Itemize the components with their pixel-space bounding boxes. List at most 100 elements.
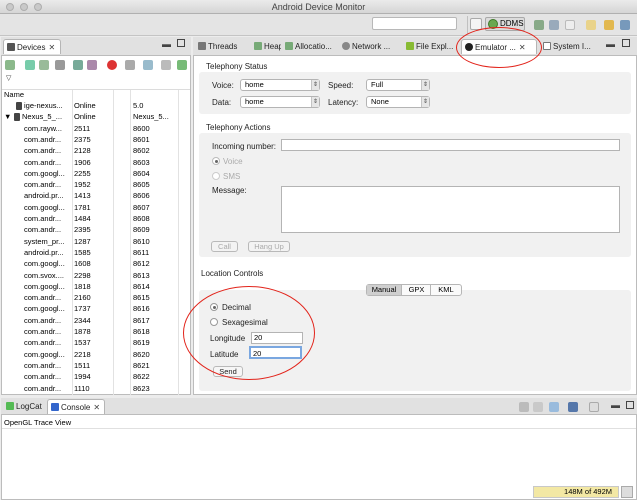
process-row[interactable]: com.googl... 1608 8612 (2, 258, 190, 269)
minimize-icon[interactable]: ▬ (606, 39, 615, 49)
debug-process-icon[interactable] (5, 60, 15, 70)
process-row[interactable]: com.andr... 1110 8623 (2, 383, 190, 394)
process-row[interactable]: system_pr... 1287 8610 (2, 236, 190, 247)
speed-value: Full (371, 80, 384, 89)
row-name: com.andr... (24, 327, 62, 336)
row-status: Online (74, 101, 96, 110)
sms-radio[interactable] (212, 172, 220, 180)
process-row[interactable]: com.andr... 1537 8619 (2, 337, 190, 348)
tab-network-statistics[interactable]: Network ... (339, 39, 401, 54)
sdk-manager-icon[interactable] (534, 20, 544, 30)
pin-console-icon[interactable] (549, 402, 559, 412)
process-row[interactable]: com.googl... 2255 8604 (2, 168, 190, 179)
system-info-icon (543, 42, 551, 50)
cause-gc-icon[interactable] (55, 60, 65, 70)
minimize-icon[interactable]: ▬ (162, 39, 171, 49)
tab-kml[interactable]: KML (431, 285, 461, 295)
incoming-number-input[interactable] (281, 139, 620, 151)
message-textarea[interactable] (281, 186, 620, 233)
dump-view-hierarchy-icon[interactable] (143, 60, 153, 70)
dump-hprof-icon[interactable] (39, 60, 49, 70)
tab-manual[interactable]: Manual (367, 285, 402, 295)
zoom-window-button[interactable] (34, 3, 42, 11)
process-row[interactable]: android.pr... 1413 8606 (2, 190, 190, 201)
display-console-icon[interactable] (568, 402, 578, 412)
new-wizard-icon[interactable] (565, 20, 575, 30)
process-row[interactable]: com.svox.... 2298 8613 (2, 270, 190, 281)
tab-file-explorer[interactable]: File Expl... (403, 39, 457, 54)
latency-select[interactable]: None ⇕ (366, 96, 430, 108)
data-select[interactable]: home ⇕ (240, 96, 320, 108)
view-menu-icon[interactable]: ▽ (6, 74, 11, 82)
column-header-name[interactable]: Name (4, 90, 24, 99)
speed-select[interactable]: Full ⇕ (366, 79, 430, 91)
tab-heap[interactable]: Heap (251, 39, 281, 54)
tab-allocation-tracker[interactable]: Allocatio... (282, 39, 336, 54)
process-row[interactable]: com.andr... 1952 8605 (2, 179, 190, 190)
heap-status[interactable]: 148M of 492M (533, 486, 619, 498)
maximize-icon[interactable] (626, 401, 634, 409)
process-row[interactable]: com.googl... 1737 8616 (2, 303, 190, 314)
update-threads-icon[interactable] (73, 60, 83, 70)
expand-icon[interactable]: ▼ (4, 111, 11, 122)
row-pid: 2511 (74, 123, 91, 133)
process-row[interactable]: com.andr... 1511 8621 (2, 360, 190, 371)
minimize-window-button[interactable] (20, 3, 28, 11)
row-pid: 1906 (74, 157, 91, 167)
process-row[interactable]: com.googl... 2218 8620 (2, 349, 190, 360)
row-name: com.andr... (24, 372, 62, 382)
network-icon (342, 42, 350, 50)
process-row[interactable]: com.googl... 1781 8607 (2, 202, 190, 213)
process-row[interactable]: com.andr... 2375 8601 (2, 134, 190, 145)
voice-radio[interactable] (212, 157, 220, 165)
maximize-icon[interactable] (177, 39, 185, 47)
process-row[interactable]: com.andr... 1878 8618 (2, 326, 190, 337)
tab-system-information[interactable]: System I... (540, 39, 602, 54)
opengl-trace-icon[interactable] (177, 60, 187, 70)
hang-up-button[interactable]: Hang Up (248, 241, 290, 252)
update-heap-icon[interactable] (25, 60, 35, 70)
device-row[interactable]: ▼ Nexus_5_... Online Nexus_5... (2, 111, 190, 122)
row-name: com.andr... (24, 383, 62, 393)
process-row[interactable]: com.andr... 2160 8615 (2, 292, 190, 303)
clear-console-icon[interactable] (519, 402, 529, 412)
process-row[interactable]: com.andr... 1994 8622 (2, 371, 190, 382)
screen-capture-icon[interactable] (125, 60, 135, 70)
process-row[interactable]: android.pr... 1585 8611 (2, 247, 190, 258)
process-row[interactable]: com.andr... 2128 8602 (2, 145, 190, 156)
open-folder-icon[interactable] (586, 20, 596, 30)
trash-icon[interactable] (621, 486, 633, 498)
process-row[interactable]: com.andr... 2344 8617 (2, 315, 190, 326)
back-icon[interactable] (604, 20, 614, 30)
devices-tabstrip: Devices ✕ ▬ (1, 37, 191, 56)
quick-access-field[interactable] (372, 17, 457, 30)
process-row[interactable]: com.rayw... 2511 8600 (2, 123, 190, 134)
stop-process-icon[interactable] (107, 60, 117, 70)
process-row[interactable]: com.andr... 2395 8609 (2, 224, 190, 235)
row-port: 8617 (133, 315, 150, 325)
close-window-button[interactable] (6, 3, 14, 11)
row-name: com.googl... (24, 349, 65, 359)
device-row[interactable]: ige-nexus... Online 5.0 (2, 100, 190, 111)
call-button[interactable]: Call (211, 241, 238, 252)
process-row[interactable]: com.andr... 1906 8603 (2, 157, 190, 168)
forward-icon[interactable] (620, 20, 630, 30)
process-row[interactable]: com.googl... 1818 8614 (2, 281, 190, 292)
tab-console[interactable]: Console ✕ (47, 399, 105, 414)
tab-logcat[interactable]: LogCat (3, 399, 44, 414)
start-method-profiling-icon[interactable] (87, 60, 97, 70)
close-icon[interactable]: ✕ (48, 43, 55, 52)
open-console-icon[interactable] (589, 402, 599, 412)
speed-label: Speed: (328, 81, 354, 90)
voice-select[interactable]: home ⇕ (240, 79, 320, 91)
maximize-icon[interactable] (622, 39, 630, 47)
avd-manager-icon[interactable] (549, 20, 559, 30)
tab-threads[interactable]: Threads (195, 39, 251, 54)
tab-gpx[interactable]: GPX (403, 285, 431, 295)
process-row[interactable]: com.andr... 1484 8608 (2, 213, 190, 224)
minimize-icon[interactable]: ▬ (611, 400, 620, 410)
systrace-icon[interactable] (161, 60, 171, 70)
tab-devices[interactable]: Devices ✕ (3, 39, 61, 54)
close-icon[interactable]: ✕ (93, 403, 100, 412)
scroll-lock-icon[interactable] (533, 402, 543, 412)
